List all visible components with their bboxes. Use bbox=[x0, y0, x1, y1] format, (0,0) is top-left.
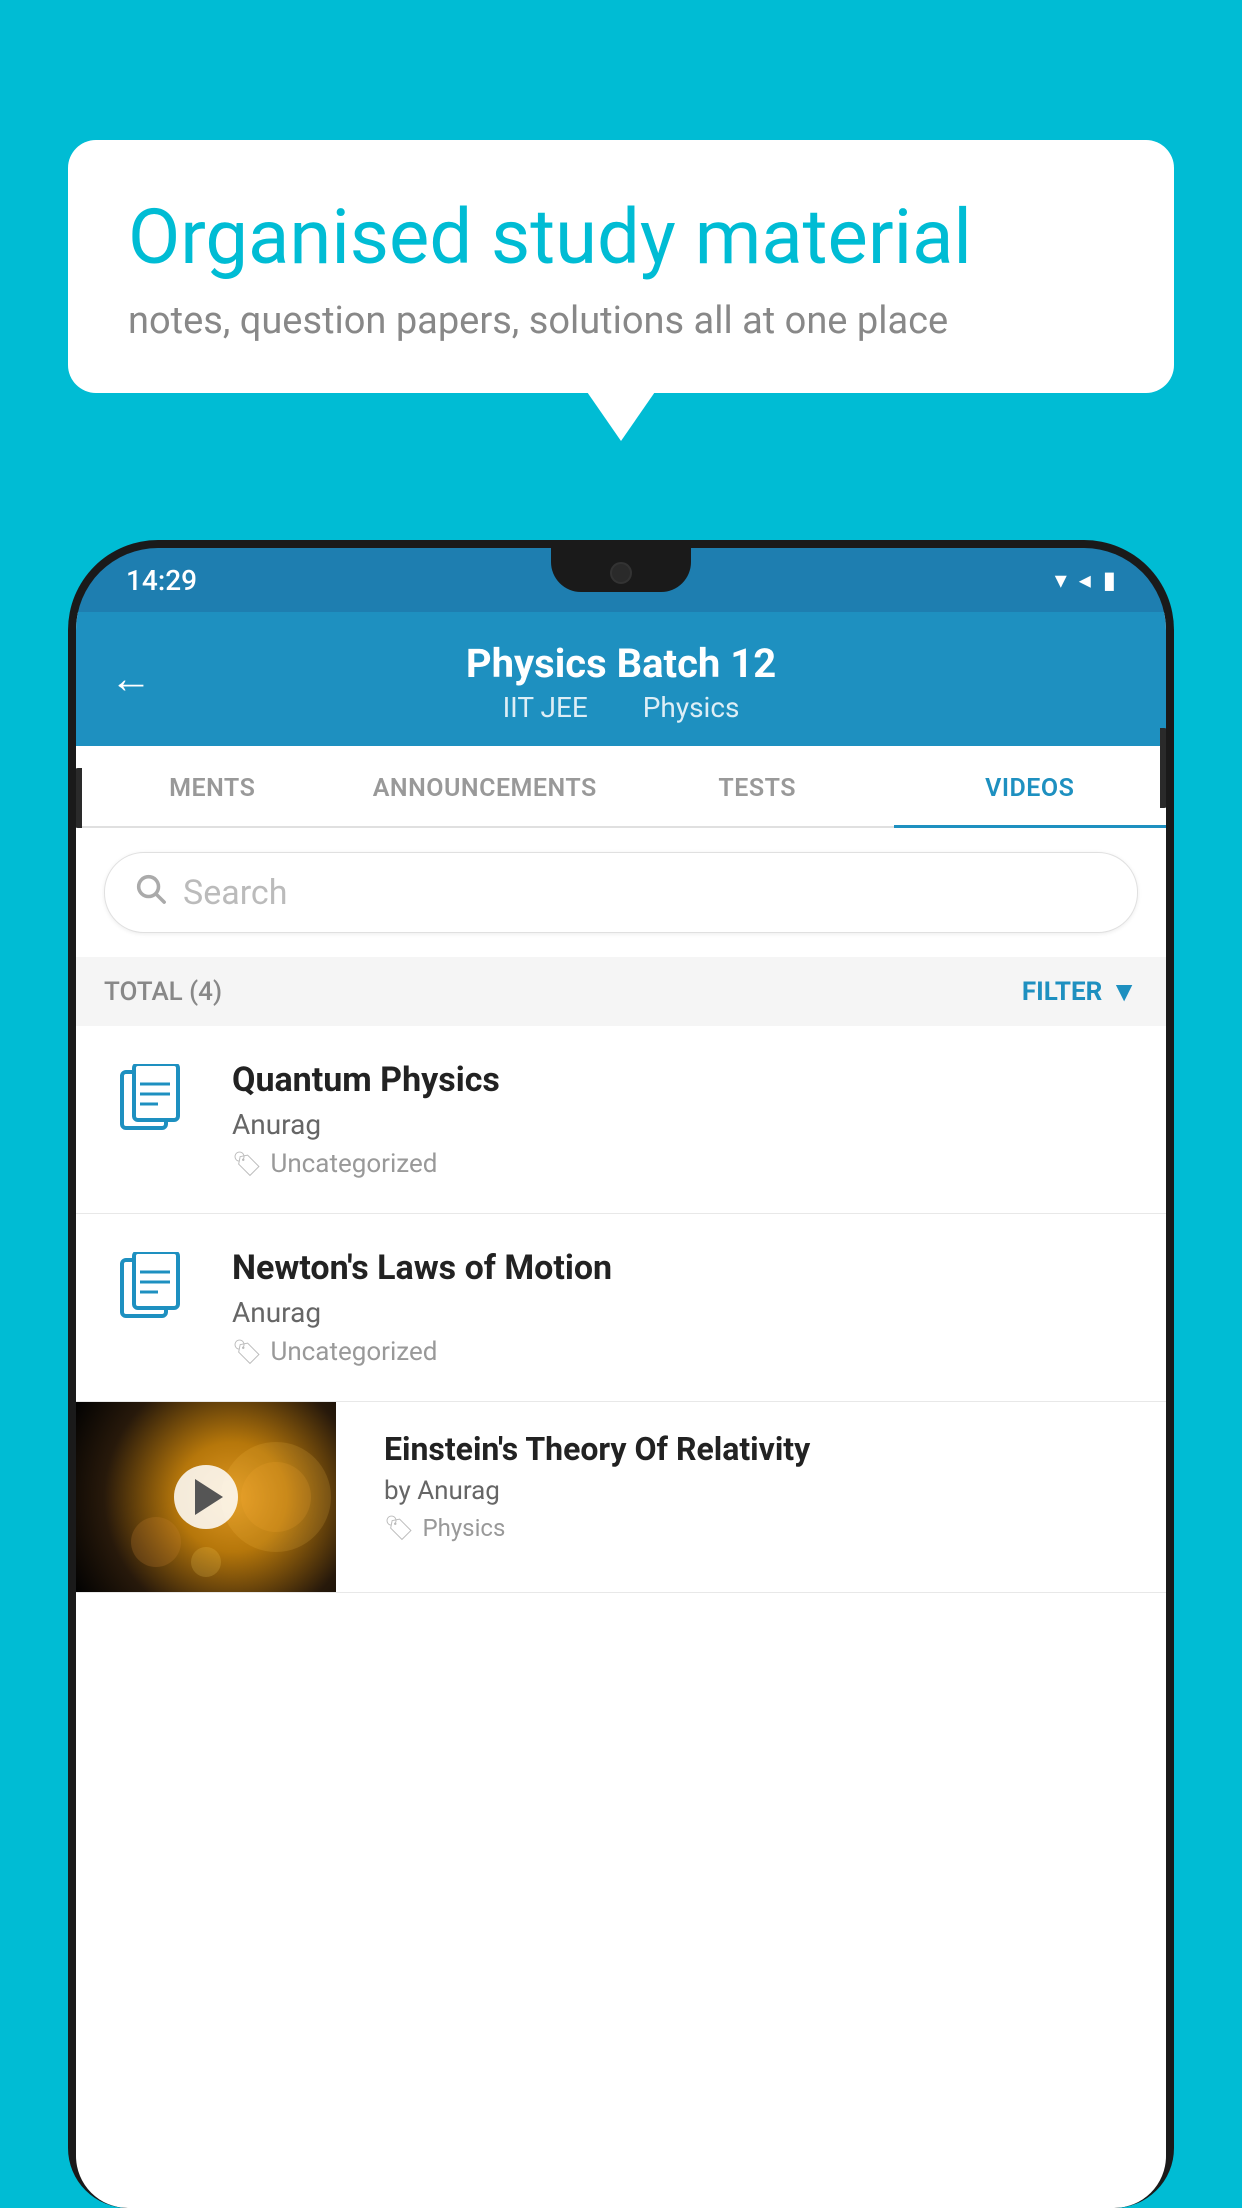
status-time: 14:29 bbox=[126, 564, 197, 597]
search-placeholder: Search bbox=[183, 873, 287, 913]
video-tag: 🏷 Physics bbox=[384, 1514, 1150, 1542]
video-title: Einstein's Theory Of Relativity bbox=[384, 1430, 1150, 1468]
list-item[interactable]: Newton's Laws of Motion Anurag 🏷 Uncateg… bbox=[76, 1214, 1166, 1402]
tag-icon: 🏷 bbox=[232, 1338, 262, 1366]
video-author: Anurag bbox=[232, 1296, 1138, 1329]
bubble-title: Organised study material bbox=[128, 194, 1114, 281]
phone-frame: 14:29 ▾ ◂ ▮ ← Physics Batch 12 IIT JEE P… bbox=[68, 540, 1174, 2208]
video-info: Quantum Physics Anurag 🏷 Uncategorized bbox=[232, 1060, 1138, 1179]
list-item[interactable]: Einstein's Theory Of Relativity by Anura… bbox=[76, 1402, 1166, 1593]
speech-bubble: Organised study material notes, question… bbox=[68, 140, 1174, 393]
play-icon bbox=[195, 1479, 223, 1515]
phone-inner: 14:29 ▾ ◂ ▮ ← Physics Batch 12 IIT JEE P… bbox=[76, 548, 1166, 2208]
file-icon bbox=[118, 1252, 190, 1350]
phone-notch bbox=[551, 548, 691, 592]
video-tag: 🏷 Uncategorized bbox=[232, 1149, 1138, 1179]
header-subtitle: IIT JEE Physics bbox=[116, 691, 1126, 724]
tab-ments[interactable]: MENTS bbox=[76, 746, 349, 826]
filter-button[interactable]: FILTER ▼ bbox=[1022, 975, 1138, 1008]
filter-bar: TOTAL (4) FILTER ▼ bbox=[76, 957, 1166, 1026]
tag-icon: 🏷 bbox=[232, 1150, 262, 1178]
filter-icon: ▼ bbox=[1110, 975, 1138, 1008]
page-title: Physics Batch 12 bbox=[116, 640, 1126, 687]
battery-icon: ▮ bbox=[1103, 566, 1116, 594]
status-icons: ▾ ◂ ▮ bbox=[1055, 566, 1116, 594]
video-author: Anurag bbox=[232, 1108, 1138, 1141]
video-title: Newton's Laws of Motion bbox=[232, 1248, 1138, 1288]
subtitle-part2: Physics bbox=[643, 691, 740, 724]
video-thumbnail bbox=[76, 1402, 336, 1592]
file-icon bbox=[118, 1064, 190, 1162]
subtitle-part1: IIT JEE bbox=[503, 691, 588, 724]
video-info: Newton's Laws of Motion Anurag 🏷 Uncateg… bbox=[232, 1248, 1138, 1367]
file-icon-wrap bbox=[104, 1248, 204, 1350]
back-button[interactable]: ← bbox=[110, 655, 152, 704]
video-info: Einstein's Theory Of Relativity by Anura… bbox=[364, 1402, 1166, 1562]
file-icon-wrap bbox=[104, 1060, 204, 1162]
tab-tests[interactable]: TESTS bbox=[621, 746, 894, 826]
video-list: Quantum Physics Anurag 🏷 Uncategorized bbox=[76, 1026, 1166, 1593]
power-button bbox=[1160, 728, 1166, 808]
bubble-subtitle: notes, question papers, solutions all at… bbox=[128, 299, 1114, 343]
camera bbox=[610, 562, 632, 584]
video-tag: 🏷 Uncategorized bbox=[232, 1337, 1138, 1367]
tab-bar: MENTS ANNOUNCEMENTS TESTS VIDEOS bbox=[76, 746, 1166, 828]
app-header: ← Physics Batch 12 IIT JEE Physics bbox=[76, 612, 1166, 746]
total-count: TOTAL (4) bbox=[104, 977, 222, 1007]
app-content: ← Physics Batch 12 IIT JEE Physics MENTS… bbox=[76, 612, 1166, 2208]
list-item[interactable]: Quantum Physics Anurag 🏷 Uncategorized bbox=[76, 1026, 1166, 1214]
volume-button bbox=[76, 768, 82, 828]
tab-announcements[interactable]: ANNOUNCEMENTS bbox=[349, 746, 622, 826]
search-bar[interactable]: Search bbox=[104, 852, 1138, 933]
tag-label: Physics bbox=[422, 1514, 505, 1542]
tag-label: Uncategorized bbox=[270, 1149, 437, 1179]
video-author: by Anurag bbox=[384, 1476, 1150, 1506]
wifi-icon: ▾ bbox=[1055, 566, 1067, 594]
video-title: Quantum Physics bbox=[232, 1060, 1138, 1100]
search-icon bbox=[133, 871, 167, 914]
signal-icon: ◂ bbox=[1079, 566, 1091, 594]
filter-label: FILTER bbox=[1022, 977, 1102, 1007]
play-button[interactable] bbox=[174, 1465, 238, 1529]
tag-icon: 🏷 bbox=[384, 1514, 414, 1542]
tag-label: Uncategorized bbox=[270, 1337, 437, 1367]
tab-videos[interactable]: VIDEOS bbox=[894, 746, 1167, 828]
